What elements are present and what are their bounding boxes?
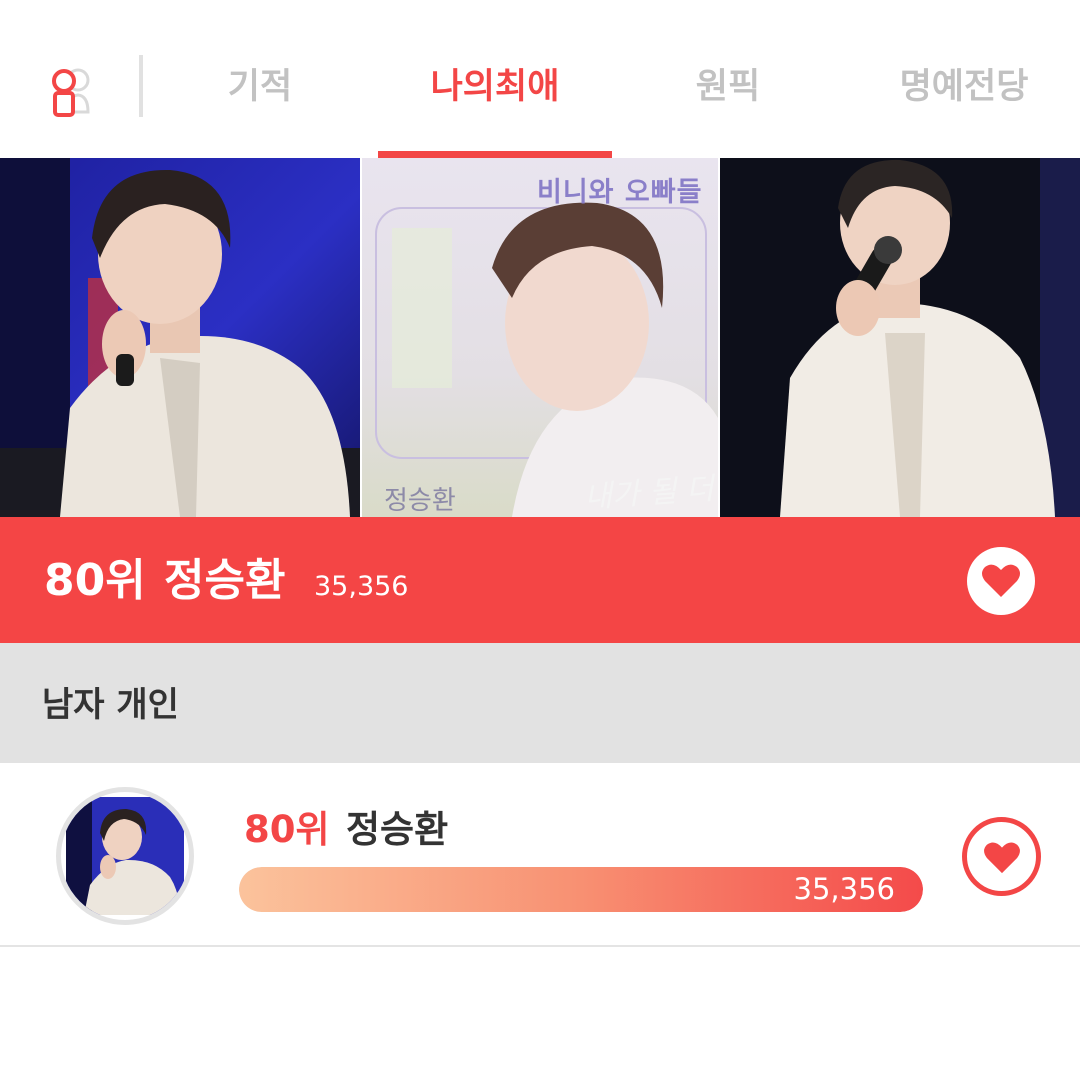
category-header: 남자 개인 [0, 643, 1080, 763]
idol-photo-3[interactable] [720, 158, 1080, 517]
rank-banner: 80위 정승환 35,356 [0, 517, 1080, 643]
top-tab-bar: 기적 나의최애 원픽 명예전당 [0, 0, 1080, 158]
heart-icon [982, 564, 1020, 597]
banner-rank: 80위 [44, 555, 146, 606]
vote-progress-bar: 35,356 [239, 867, 923, 912]
row-vote-button[interactable] [962, 817, 1041, 896]
avatar[interactable] [56, 787, 194, 925]
album-artist: 정승환 [384, 486, 456, 516]
row-rank: 80위 [244, 808, 330, 851]
tab-hall-of-fame[interactable]: 명예전당 [880, 62, 1048, 112]
idol-photo-1[interactable] [0, 158, 360, 517]
active-tab-indicator [378, 151, 612, 158]
user-icon[interactable] [44, 62, 100, 118]
banner-vote-button[interactable] [967, 547, 1035, 615]
heart-icon [984, 842, 1020, 874]
idol-photo-strip: 비니와 오빠들 정승환 내가 될 더 [0, 158, 1080, 517]
row-vote-count: 35,356 [793, 872, 895, 906]
tab-miracle[interactable]: 기적 [200, 62, 320, 112]
banner-idol-name: 정승환 [164, 555, 286, 606]
topbar-divider [139, 55, 143, 117]
tab-one-pick[interactable]: 원픽 [668, 62, 788, 112]
banner-vote-count: 35,356 [314, 571, 409, 602]
row-idol-name: 정승환 [346, 808, 449, 851]
album-title: 비니와 오빠들 [537, 177, 703, 208]
album-cover-photo[interactable]: 비니와 오빠들 정승환 내가 될 더 [360, 158, 720, 517]
ranking-row[interactable]: 80위 정승환 35,356 [0, 763, 1080, 947]
category-label: 남자 개인 [42, 685, 179, 725]
album-song-title: 내가 될 더 [583, 471, 715, 516]
tab-my-favorite[interactable]: 나의최애 [400, 62, 590, 112]
